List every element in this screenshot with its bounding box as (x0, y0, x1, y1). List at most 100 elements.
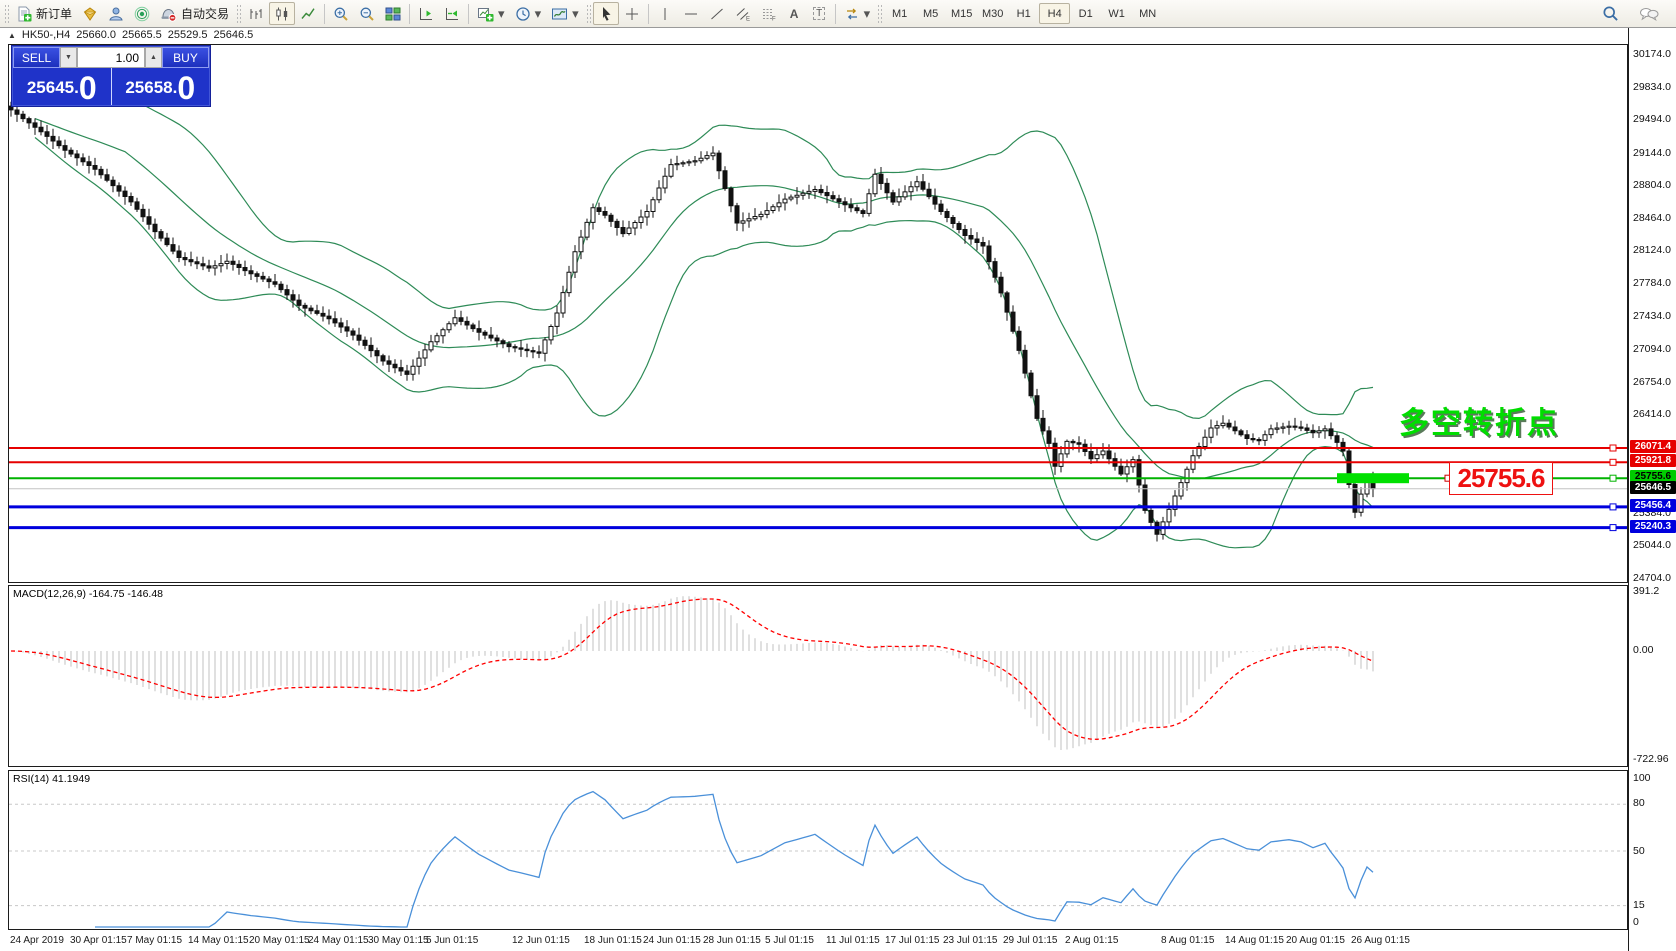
rsi-label: RSI(14) 41.1949 (13, 773, 91, 785)
time-axis-label: 8 Aug 01:15 (1161, 935, 1215, 946)
time-axis-label: 30 Apr 01:15 (70, 935, 127, 946)
rsi-scale-label: 50 (1633, 845, 1645, 857)
equidistant-channel-button[interactable]: E (730, 2, 756, 25)
rsi-chart[interactable] (9, 771, 1627, 929)
signals-button[interactable] (129, 2, 155, 25)
macd-chart[interactable] (9, 586, 1627, 766)
new-order-button[interactable]: 新订单 (11, 2, 77, 25)
price-tick-label: 24704.0 (1633, 572, 1671, 584)
clock-icon (515, 6, 530, 21)
svg-text:E: E (746, 16, 750, 22)
volume-increase-button[interactable]: ▲ (145, 47, 162, 68)
time-axis-label: 28 Jun 01:15 (703, 935, 761, 946)
toolbar-separator (834, 3, 836, 24)
time-axis-label: 12 Jun 01:15 (512, 935, 570, 946)
price-chart-pane[interactable] (8, 44, 1628, 583)
auto-trading-button[interactable]: 自动交易 (155, 2, 234, 25)
macd-scale-label: -722.96 (1633, 753, 1669, 765)
candlestick-chart-button[interactable] (269, 2, 296, 25)
text-label-button[interactable]: T (807, 2, 832, 25)
one-click-trading-panel: SELL ▼ ▲ BUY 25645.0 25658.0 (12, 46, 210, 106)
chart-shift-button[interactable] (413, 2, 439, 25)
crosshair-button[interactable] (619, 2, 645, 25)
toolbar-separator (468, 3, 470, 24)
search-button[interactable] (1597, 2, 1624, 25)
price-tick-label: 29144.0 (1633, 147, 1671, 159)
time-axis-label: 30 May 01:15 (368, 935, 429, 946)
price-axis[interactable]: 30174.0 29834.0 29494.0 29144.0 28804.0 28464… (1628, 28, 1676, 951)
fibonacci-button[interactable]: F (756, 2, 782, 25)
time-axis[interactable]: 24 Apr 2019 30 Apr 01:15 7 May 01:15 14 May… (8, 931, 1628, 951)
toolbar-separator (324, 3, 326, 24)
add-indicator-icon (478, 7, 494, 21)
time-axis-label: 24 May 01:15 (308, 935, 369, 946)
search-icon (1603, 6, 1618, 21)
timeframe-button-h1[interactable]: H1 (1008, 3, 1039, 24)
chart-annotation-text[interactable]: 多空转折点 (1399, 398, 1559, 442)
timeframe-button-m15[interactable]: M15 (946, 3, 977, 24)
collapse-chart-icon[interactable]: ▲ (8, 31, 16, 40)
arrange-objects-button[interactable]: ▾ (839, 2, 876, 25)
candlestick-chart-icon (276, 7, 288, 20)
tile-windows-button[interactable] (380, 2, 406, 25)
cursor-icon (602, 6, 611, 21)
rsi-pane[interactable]: RSI(14) 41.1949 (8, 770, 1628, 930)
person-icon (109, 7, 123, 20)
buy-price-display[interactable]: 25658. 0 (112, 68, 210, 105)
line-chart-button[interactable] (295, 2, 321, 25)
volume-decrease-button[interactable]: ▼ (60, 47, 77, 68)
dropdown-caret-icon: ▾ (863, 6, 871, 21)
trendline-button[interactable] (704, 2, 730, 25)
buy-button[interactable]: BUY (162, 47, 209, 68)
symbol-period-label: HK50-,H4 (21, 29, 71, 41)
crosshair-icon (625, 7, 638, 20)
sell-button[interactable]: SELL (13, 47, 60, 68)
trendline-icon (710, 8, 723, 19)
timeframe-button-m30[interactable]: M30 (977, 3, 1008, 24)
price-callout-box[interactable]: 25755.6 (1449, 462, 1553, 495)
timeframe-button-h4[interactable]: H4 (1039, 3, 1071, 24)
toolbar-grip (585, 3, 591, 24)
add-indicator-button[interactable]: ▾ (472, 2, 510, 25)
price-tick-label: 25044.0 (1633, 539, 1671, 551)
timeframe-button-d1[interactable]: D1 (1070, 3, 1101, 24)
timeframe-button-m5[interactable]: M5 (915, 3, 946, 24)
dropdown-caret-icon: ▾ (498, 6, 505, 21)
timeframe-button-w1[interactable]: W1 (1101, 3, 1132, 24)
vertical-line-button[interactable] (652, 2, 678, 25)
zoom-in-button[interactable] (328, 2, 354, 25)
cursor-button[interactable] (592, 2, 619, 25)
text-button[interactable]: A (782, 2, 807, 25)
time-axis-label: 14 Aug 01:15 (1225, 935, 1284, 946)
sell-price-decimal: 0 (78, 70, 97, 106)
vertical-line-icon (664, 7, 666, 20)
line-chart-icon (301, 7, 315, 19)
template-icon (552, 8, 568, 19)
macd-pane[interactable]: MACD(12,26,9) -164.75 -146.48 (8, 585, 1628, 767)
chat-icon (1640, 7, 1659, 21)
chat-button[interactable] (1634, 2, 1664, 25)
chart-title: ▲ HK50-,H4 25660.0 25665.5 25529.5 25646… (8, 29, 253, 41)
templates-button[interactable]: ▾ (546, 2, 584, 25)
timeframe-button-mn[interactable]: MN (1132, 3, 1163, 24)
volume-input[interactable] (77, 47, 145, 68)
horizontal-line-button[interactable] (678, 2, 704, 25)
text-icon: A (789, 6, 799, 21)
candlestick-chart[interactable] (9, 45, 1627, 582)
periods-button[interactable]: ▾ (510, 2, 547, 25)
sell-price-display[interactable]: 25645. 0 (13, 68, 112, 105)
price-tick-label: 28804.0 (1633, 179, 1671, 191)
price-tick-label: 27784.0 (1633, 277, 1671, 289)
market-button[interactable] (77, 2, 103, 25)
bar-chart-button[interactable] (243, 2, 269, 25)
sell-price-main: 25645 (26, 78, 75, 97)
time-axis-label: 18 Jun 01:15 (584, 935, 642, 946)
zoom-out-icon (360, 7, 374, 21)
toolbar-grip (4, 3, 9, 24)
price-tick-label: 27094.0 (1633, 343, 1671, 355)
dropdown-caret-icon: ▾ (572, 6, 579, 21)
auto-scroll-button[interactable] (439, 2, 465, 25)
timeframe-button-m1[interactable]: M1 (884, 3, 915, 24)
community-button[interactable] (103, 2, 129, 25)
zoom-out-button[interactable] (354, 2, 380, 25)
